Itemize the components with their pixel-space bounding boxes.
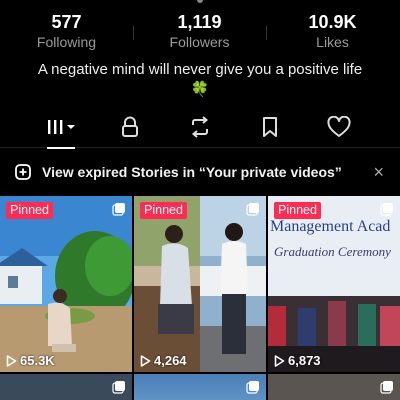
video-overlay-title: Management Acad xyxy=(270,218,391,235)
add-story-icon xyxy=(15,164,31,180)
likes-count: 10.9K xyxy=(308,12,357,32)
pinned-badge: Pinned xyxy=(274,202,321,219)
video-thumbnail[interactable]: Management Acad Graduation Ceremony Pinn… xyxy=(268,196,400,372)
multi-photo-icon xyxy=(112,203,125,216)
heart-icon xyxy=(327,115,351,137)
followers-label: Followers xyxy=(169,34,230,50)
video-thumbnail[interactable] xyxy=(0,374,132,400)
video-thumbnail[interactable] xyxy=(268,374,400,400)
profile-top-cutoff xyxy=(0,0,400,8)
view-count-text: 6,873 xyxy=(288,353,321,368)
tab-private[interactable] xyxy=(108,108,152,146)
lock-icon xyxy=(122,116,139,137)
view-count-text: 65.3K xyxy=(20,353,55,368)
tab-videos[interactable] xyxy=(39,108,83,149)
stat-following[interactable]: 577 Following xyxy=(0,12,133,52)
profile-tabs xyxy=(0,106,400,149)
tab-liked[interactable] xyxy=(317,108,361,146)
pinned-badge: Pinned xyxy=(140,202,187,219)
following-label: Following xyxy=(36,34,97,50)
play-icon xyxy=(140,354,151,367)
video-overlay-subtitle: Graduation Ceremony xyxy=(274,244,391,259)
stat-likes[interactable]: 10.9K Likes xyxy=(266,12,399,52)
view-count-text: 4,264 xyxy=(154,353,187,368)
close-icon[interactable]: × xyxy=(373,162,384,182)
video-grid: Pinned 65.3K Pinned 4,264 Management Aca… xyxy=(0,196,400,400)
video-thumbnail[interactable]: Pinned 65.3K xyxy=(0,196,132,372)
view-count: 4,264 xyxy=(140,353,187,368)
multi-photo-icon xyxy=(380,203,393,216)
multi-photo-icon xyxy=(380,381,393,394)
tab-reposts[interactable] xyxy=(178,108,222,146)
video-thumbnail-image xyxy=(134,196,266,372)
bookmark-icon xyxy=(262,116,277,137)
profile-bio: A negative mind will never give you a po… xyxy=(37,61,363,98)
following-count: 577 xyxy=(51,12,82,32)
multi-photo-icon xyxy=(112,381,125,394)
grid-icon xyxy=(47,119,75,134)
banner-text: View expired Stories in “Your private vi… xyxy=(42,164,342,180)
play-icon xyxy=(6,354,17,367)
video-thumbnail[interactable]: Pinned 4,264 xyxy=(134,196,266,372)
view-count: 6,873 xyxy=(274,353,321,368)
likes-label: Likes xyxy=(316,34,349,50)
pinned-badge: Pinned xyxy=(6,202,53,219)
followers-count: 1,119 xyxy=(177,12,222,32)
profile-stats: 577 Following 1,119 Followers 10.9K Like… xyxy=(0,12,400,52)
tab-favorites[interactable] xyxy=(248,108,292,146)
stat-followers[interactable]: 1,119 Followers xyxy=(133,12,266,52)
video-thumbnail[interactable] xyxy=(134,374,266,400)
expired-stories-banner[interactable]: View expired Stories in “Your private vi… xyxy=(0,154,400,190)
multi-photo-icon xyxy=(246,203,259,216)
repost-icon xyxy=(191,115,209,138)
multi-photo-icon xyxy=(246,381,259,394)
play-icon xyxy=(274,354,285,367)
view-count: 65.3K xyxy=(6,353,55,368)
video-thumbnail-image xyxy=(0,196,132,372)
